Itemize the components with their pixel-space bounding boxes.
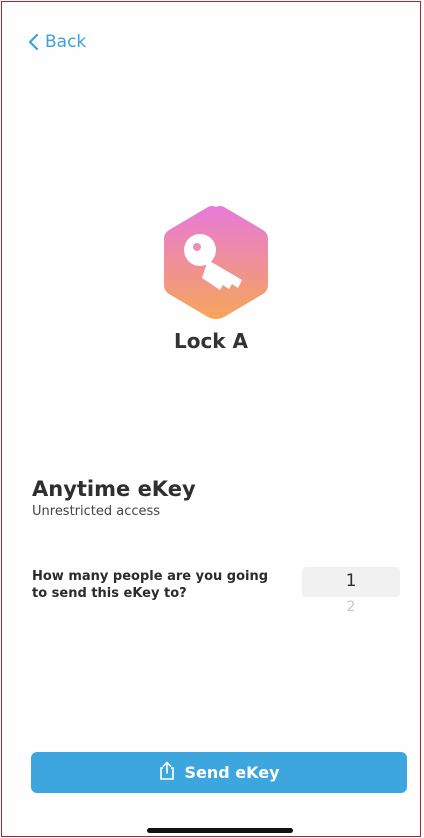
recipient-count-question: How many people are you going to send th…	[32, 569, 269, 601]
back-button[interactable]: Back	[28, 32, 86, 52]
ekey-type-subtitle: Unrestricted access	[32, 504, 161, 519]
back-label: Back	[45, 32, 87, 52]
picker-option[interactable]: 2	[302, 599, 400, 615]
share-icon	[158, 761, 176, 785]
send-ekey-button[interactable]: Send eKey	[31, 752, 407, 793]
chevron-left-icon	[28, 33, 39, 51]
picker-option[interactable]: 1	[302, 571, 400, 591]
recipient-count-picker[interactable]: 1 2	[302, 565, 400, 619]
ekey-type-title: Anytime eKey	[32, 477, 196, 501]
key-icon	[164, 206, 268, 319]
home-indicator[interactable]	[147, 828, 293, 833]
lock-badge	[160, 204, 272, 320]
lock-name: Lock A	[173, 329, 249, 353]
send-ekey-label: Send eKey	[184, 763, 280, 782]
screen: Back Lock A Anytime eKey Unrestricted ac…	[1, 1, 421, 837]
